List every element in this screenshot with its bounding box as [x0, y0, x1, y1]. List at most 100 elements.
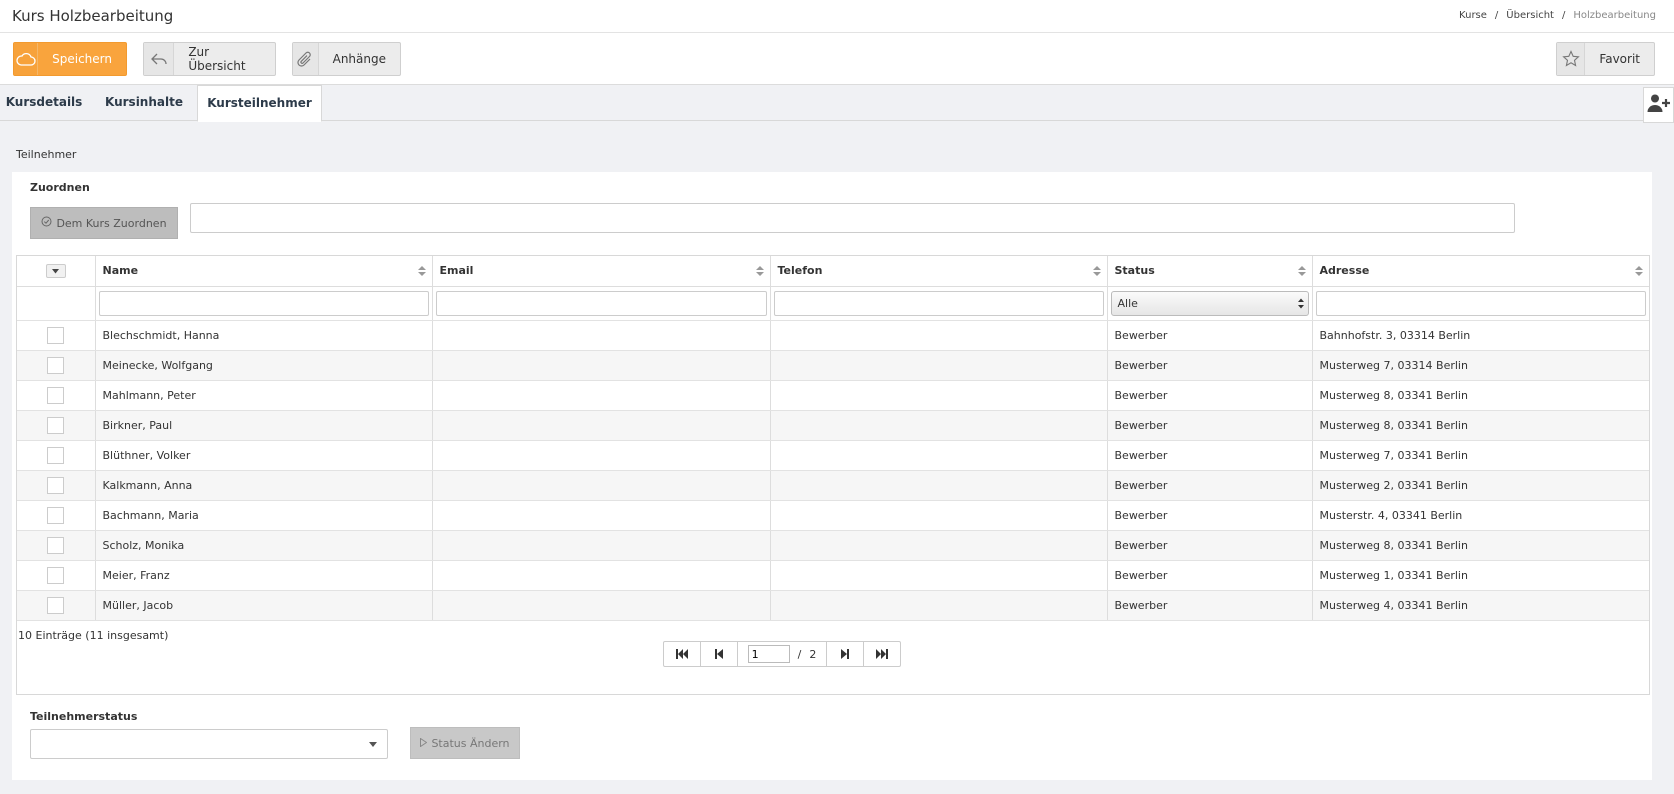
- cell-email: [432, 410, 771, 441]
- row-select-cell: [17, 590, 96, 621]
- assign-to-course-button-label: Dem Kurs Zuordnen: [56, 216, 167, 230]
- next-page-button[interactable]: [826, 642, 863, 666]
- assign-label: Zuordnen: [30, 181, 90, 194]
- row-checkbox[interactable]: [47, 596, 65, 614]
- filter-cell: [770, 286, 1108, 321]
- cell-email: [432, 440, 771, 471]
- column-header-adresse[interactable]: Adresse: [1312, 256, 1649, 287]
- status-filter-select[interactable]: Alle: [1110, 290, 1309, 316]
- filter-cell: [95, 286, 433, 321]
- change-status-button[interactable]: Status Ändern: [410, 727, 520, 759]
- row-checkbox[interactable]: [47, 326, 65, 344]
- row-select-cell: [17, 500, 96, 531]
- row-checkbox[interactable]: [47, 446, 65, 464]
- row-checkbox[interactable]: [47, 386, 65, 404]
- cell-phone: [770, 410, 1108, 441]
- save-button-label: Speichern: [52, 52, 112, 66]
- table-row[interactable]: Kalkmann, Anna Bewerber Musterweg 2, 03341…: [17, 470, 1649, 501]
- first-page-icon: [675, 649, 688, 659]
- cell-phone: [770, 500, 1108, 531]
- breadcrumb-separator: /: [1494, 10, 1499, 21]
- column-header-label: Adresse: [1319, 264, 1370, 278]
- status-filter-value: Alle: [1117, 296, 1138, 310]
- overview-button[interactable]: Zur Übersicht: [143, 42, 276, 76]
- column-header-name[interactable]: Name: [95, 256, 433, 287]
- tab-kursinhalte[interactable]: Kursinhalte: [98, 85, 190, 121]
- column-header-telefon[interactable]: Telefon: [770, 256, 1108, 287]
- filter-row: Alle: [17, 286, 1649, 321]
- add-user-button[interactable]: [1643, 87, 1674, 123]
- cell-name: Blüthner, Volker: [95, 440, 433, 471]
- adresse-filter-input[interactable]: [1315, 290, 1646, 316]
- email-filter-input[interactable]: [435, 290, 767, 316]
- pagination: / 2: [663, 641, 901, 667]
- save-button[interactable]: Speichern: [13, 42, 127, 76]
- prev-page-button[interactable]: [701, 642, 738, 666]
- row-select-cell: [17, 530, 96, 561]
- tab-kursteilnehmer[interactable]: Kursteilnehmer: [197, 85, 322, 122]
- assign-to-course-button[interactable]: Dem Kurs Zuordnen: [30, 207, 178, 239]
- next-page-icon: [841, 649, 850, 659]
- cell-status: Bewerber: [1107, 350, 1313, 381]
- row-checkbox[interactable]: [47, 416, 65, 434]
- telefon-filter-input[interactable]: [773, 290, 1104, 316]
- last-page-button[interactable]: [863, 642, 900, 666]
- column-header-status[interactable]: Status: [1107, 256, 1313, 287]
- cloud-icon: [14, 43, 39, 75]
- table-row[interactable]: Meier, Franz Bewerber Musterweg 1, 03341 B…: [17, 560, 1649, 591]
- select-menu-toggle[interactable]: [45, 264, 66, 278]
- name-filter-input[interactable]: [98, 290, 429, 316]
- table-row[interactable]: Scholz, Monika Bewerber Musterweg 8, 03341…: [17, 530, 1649, 561]
- cell-email: [432, 350, 771, 381]
- cell-email: [432, 560, 771, 591]
- table-row[interactable]: Bachmann, Maria Bewerber Musterstr. 4, 033…: [17, 500, 1649, 531]
- cell-phone: [770, 560, 1108, 591]
- table-row[interactable]: Meinecke, Wolfgang Bewerber Musterweg 7, 0…: [17, 350, 1649, 381]
- cell-phone: [770, 320, 1108, 351]
- cell-name: Birkner, Paul: [95, 410, 433, 441]
- row-checkbox[interactable]: [47, 476, 65, 494]
- breadcrumb-item-kurse[interactable]: Kurse: [1459, 10, 1487, 21]
- column-header-label: Status: [1114, 264, 1155, 278]
- table-row[interactable]: Blechschmidt, Hanna Bewerber Bahnhofstr. 3…: [17, 320, 1649, 351]
- breadcrumb-item-uebersicht[interactable]: Übersicht: [1506, 10, 1554, 21]
- filter-cell: Alle: [1107, 286, 1313, 321]
- row-checkbox[interactable]: [47, 566, 65, 584]
- column-header-email[interactable]: Email: [432, 256, 771, 287]
- assign-search-input[interactable]: [190, 203, 1515, 233]
- entries-count: 10 Einträge (11 insgesamt): [18, 629, 169, 642]
- row-checkbox[interactable]: [47, 506, 65, 524]
- cell-phone: [770, 350, 1108, 381]
- row-select-cell: [17, 350, 96, 381]
- paperclip-icon: [293, 43, 319, 75]
- cell-address: Musterweg 2, 03341 Berlin: [1312, 470, 1649, 501]
- row-checkbox[interactable]: [47, 356, 65, 374]
- chevron-down-icon: [369, 742, 377, 747]
- cell-address: Musterweg 1, 03341 Berlin: [1312, 560, 1649, 591]
- page-number-input[interactable]: [747, 645, 790, 663]
- participant-status-select[interactable]: [30, 729, 388, 759]
- cell-name: Blechschmidt, Hanna: [95, 320, 433, 351]
- table-row[interactable]: Birkner, Paul Bewerber Musterweg 8, 03341 …: [17, 410, 1649, 441]
- change-status-button-label: Status Ändern: [431, 736, 510, 750]
- table-row[interactable]: Mahlmann, Peter Bewerber Musterweg 8, 0334…: [17, 380, 1649, 411]
- cell-phone: [770, 380, 1108, 411]
- reply-arrow-icon: [144, 43, 175, 75]
- cell-email: [432, 590, 771, 621]
- sort-icon: [1297, 266, 1306, 276]
- cell-name: Meier, Franz: [95, 560, 433, 591]
- table-row[interactable]: Müller, Jacob Bewerber Musterweg 4, 03341 …: [17, 590, 1649, 621]
- attachments-button[interactable]: Anhänge: [292, 42, 401, 76]
- cell-status: Bewerber: [1107, 560, 1313, 591]
- favorite-button[interactable]: Favorit: [1556, 42, 1655, 76]
- first-page-button[interactable]: [664, 642, 701, 666]
- page-title: Kurs Holzbearbeitung: [12, 7, 174, 25]
- top-bar: Kurs Holzbearbeitung Kurse / Übersicht /…: [0, 0, 1674, 33]
- tab-kursdetails[interactable]: Kursdetails: [0, 85, 88, 121]
- row-checkbox[interactable]: [47, 536, 65, 554]
- cell-phone: [770, 440, 1108, 471]
- table-row[interactable]: Blüthner, Volker Bewerber Musterweg 7, 033…: [17, 440, 1649, 471]
- user-plus-icon: [1647, 93, 1671, 117]
- breadcrumb-separator: /: [1561, 10, 1566, 21]
- cell-email: [432, 530, 771, 561]
